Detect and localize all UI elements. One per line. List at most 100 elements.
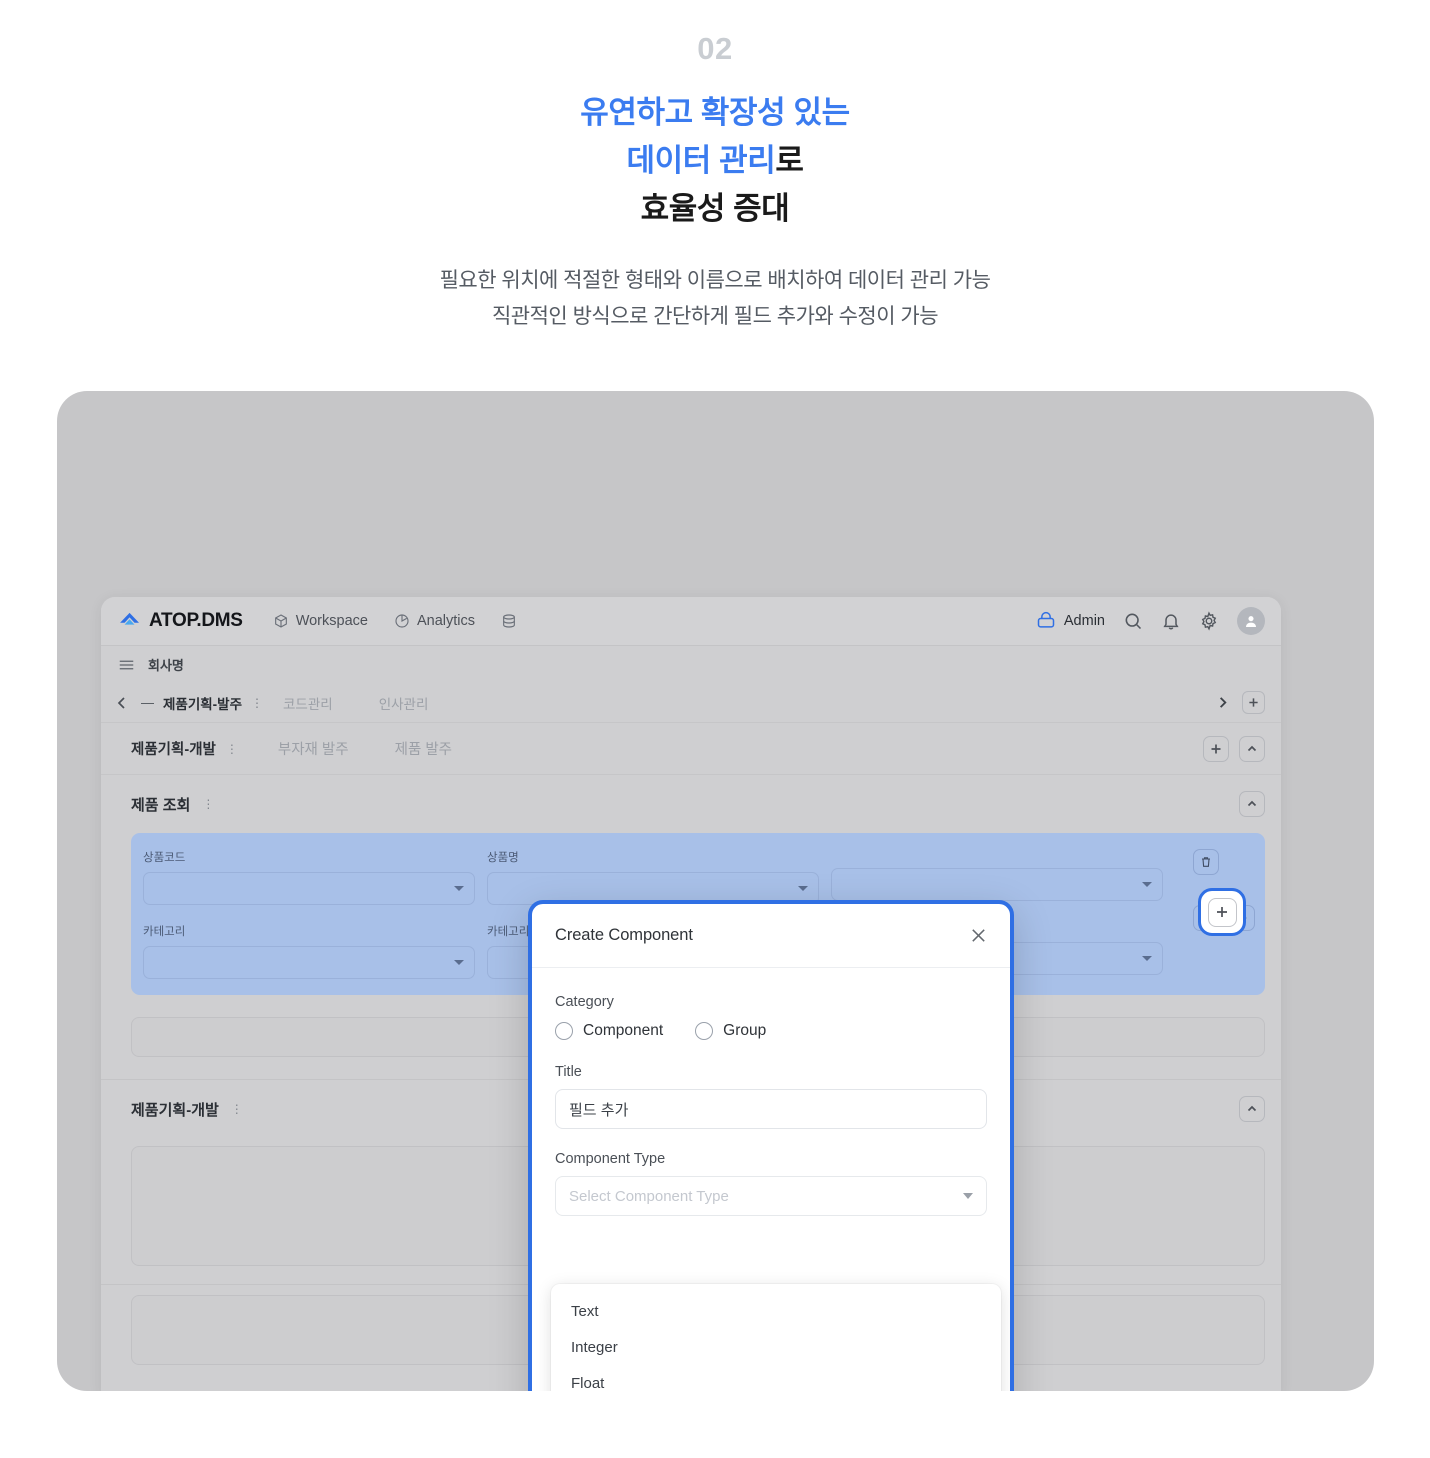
field-select[interactable]	[143, 946, 475, 979]
radio-label-group: Group	[723, 1022, 767, 1039]
app-topbar: ATOP.DMS Workspace Analytics Admin	[101, 597, 1281, 646]
main-nav: Workspace Analytics	[273, 613, 517, 629]
chevron-down-icon	[1142, 882, 1152, 887]
nav-item-analytics[interactable]: Analytics	[394, 613, 475, 629]
screenshot-stage: ATOP.DMS Workspace Analytics Admin 회사명 —…	[57, 391, 1374, 1391]
title-field-label: Title	[555, 1064, 582, 1080]
admin-button[interactable]: Admin	[1036, 611, 1105, 631]
workspace-tab-code[interactable]: 코드관리	[283, 693, 333, 713]
bell-icon[interactable]	[1161, 611, 1181, 631]
component-type-placeholder: Select Component Type	[569, 1187, 729, 1205]
section-kebab-icon[interactable]: ⋮	[231, 1102, 243, 1116]
field-product-code: 상품코드	[143, 849, 475, 905]
section-title: 제품 조회	[131, 796, 191, 814]
field-label: 카테고리	[143, 926, 186, 938]
chevron-left-icon[interactable]	[115, 696, 129, 710]
page-title: 유연하고 확장성 있는 데이터 관리로 효율성 증대	[0, 89, 1430, 233]
component-type-dropdown[interactable]: Text Integer Float Date Date and time Si…	[551, 1284, 1001, 1391]
component-type-select[interactable]: Select Component Type	[555, 1176, 987, 1216]
tab-product-order[interactable]: 제품 발주	[395, 738, 452, 759]
nav-label-analytics: Analytics	[416, 613, 475, 629]
dropdown-option-float[interactable]: Float	[551, 1365, 1001, 1392]
close-icon[interactable]	[969, 926, 988, 945]
hero-subtitle-line2: 직관적인 방식으로 간단하게 필드 추가와 수정이 가능	[491, 305, 939, 329]
radio-label-component: Component	[583, 1022, 664, 1039]
app-logo[interactable]: ATOP.DMS	[119, 610, 243, 632]
field-label: 상품명	[487, 852, 519, 864]
section-header: 제품 조회 ⋮	[131, 775, 1265, 833]
hero-subtitle: 필요한 위치에 적절한 형태와 이름으로 배치하여 데이터 관리 가능 직관적인…	[0, 263, 1430, 335]
chevron-down-icon	[798, 886, 808, 891]
nav-label-workspace: Workspace	[295, 613, 368, 629]
field-product-name: 상품명	[487, 849, 819, 905]
component-type-label: Component Type	[555, 1151, 666, 1167]
add-workspace-button[interactable]	[1242, 691, 1265, 714]
add-field-button-inner	[1207, 897, 1237, 927]
nav-item-database[interactable]	[501, 613, 517, 629]
modal-title: Create Component	[555, 926, 693, 944]
chevron-down-icon	[454, 960, 464, 965]
radio-component[interactable]	[555, 1022, 573, 1040]
hero-subtitle-line1: 필요한 위치에 적절한 형태와 이름으로 배치하여 데이터 관리 가능	[439, 269, 991, 293]
nav-item-workspace[interactable]: Workspace	[273, 613, 368, 629]
user-avatar-icon	[1246, 616, 1256, 627]
dropdown-option-text[interactable]: Text	[551, 1293, 1001, 1329]
modal-header: Create Component	[532, 904, 1010, 968]
company-row: 회사명	[101, 646, 1281, 683]
row-actions-1	[1171, 849, 1255, 875]
collapse-section-button[interactable]	[1239, 1096, 1265, 1122]
workspace-breadcrumb: — 제품기획-발주 ⋮ 코드관리 인사관리	[101, 683, 1281, 723]
workspace-kebab-icon[interactable]: ⋮	[251, 696, 263, 710]
workspace-dash: —	[141, 695, 154, 710]
field-select[interactable]	[831, 868, 1163, 901]
chevron-down-icon	[1142, 956, 1152, 961]
dropdown-option-integer[interactable]: Integer	[551, 1329, 1001, 1365]
section-kebab-icon[interactable]: ⋮	[202, 797, 214, 811]
section-header-actions	[1239, 791, 1265, 817]
chevron-up-icon	[1247, 745, 1257, 751]
plus-icon	[1217, 907, 1227, 917]
pie-chart-icon	[395, 614, 409, 628]
tab-submaterial-order[interactable]: 부자재 발주	[278, 738, 349, 759]
field-select[interactable]	[143, 872, 475, 905]
chevron-up-icon	[1247, 1105, 1257, 1112]
search-icon[interactable]	[1123, 611, 1143, 631]
delete-row-button[interactable]	[1193, 849, 1219, 875]
radio-group[interactable]	[695, 1022, 714, 1040]
modal-body: Category Component Group Title 필드 추가 Com…	[532, 968, 1010, 1391]
add-tab-button[interactable]	[1203, 735, 1229, 762]
chevron-up-icon	[1247, 800, 1257, 807]
admin-badge-icon	[1037, 611, 1055, 628]
chevron-down-icon	[454, 886, 464, 891]
hero-title-line1: 유연하고 확장성 있는	[580, 95, 850, 131]
company-name: 회사명	[148, 658, 184, 673]
tab-product-plan-dev[interactable]: 제품기획-개발	[131, 738, 216, 759]
workspace-tab-hr[interactable]: 인사관리	[379, 693, 429, 713]
hero-title-line3: 효율성 증대	[640, 191, 790, 227]
cube-icon	[274, 614, 287, 628]
hero-section: 02 유연하고 확장성 있는 데이터 관리로 효율성 증대 필요한 위치에 적절…	[0, 0, 1430, 336]
tab-kebab-icon[interactable]: ⋮	[226, 742, 238, 756]
hamburger-icon[interactable]	[119, 659, 134, 671]
collapse-section-button[interactable]	[1239, 791, 1265, 817]
chevron-down-icon	[963, 1193, 973, 1199]
field-label	[831, 849, 1163, 861]
chevron-right-icon[interactable]	[1216, 696, 1229, 709]
page-tab-actions	[1203, 735, 1265, 762]
create-component-modal: Create Component Category Component Grou…	[528, 900, 1014, 1391]
title-input-value: 필드 추가	[569, 1101, 629, 1119]
avatar[interactable]	[1237, 607, 1265, 635]
workspace-active-item[interactable]: 제품기획-발주	[163, 693, 242, 713]
field-empty-1	[831, 849, 1163, 905]
title-input[interactable]: 필드 추가	[555, 1089, 987, 1129]
atop-logo-icon	[120, 612, 139, 625]
gear-icon[interactable]	[1199, 611, 1219, 631]
section-title: 제품기획-개발	[131, 1101, 219, 1119]
topbar-actions: Admin	[1036, 607, 1265, 635]
workspace-row-actions	[1216, 691, 1265, 714]
focused-add-field-button[interactable]	[1198, 888, 1246, 936]
collapse-tabs-button[interactable]	[1239, 735, 1265, 762]
hero-title-line2-rest: 로	[775, 143, 804, 179]
field-label: 상품코드	[143, 852, 186, 864]
section-number: 02	[697, 31, 733, 66]
